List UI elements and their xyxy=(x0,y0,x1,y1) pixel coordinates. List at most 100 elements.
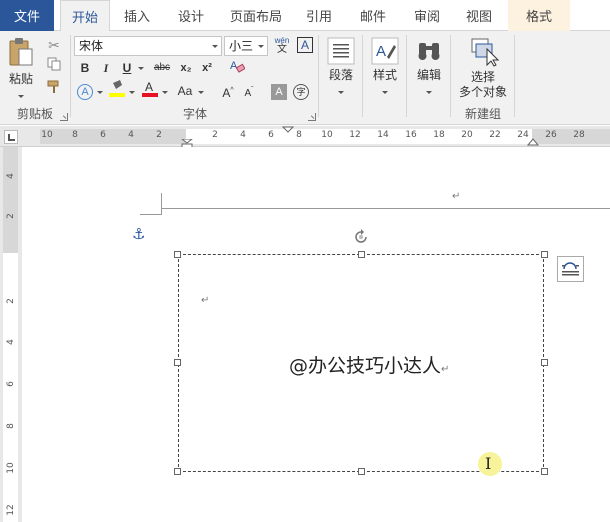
underline-button[interactable]: U xyxy=(117,58,137,78)
h-ruler-number: 4 xyxy=(240,130,246,140)
clipboard-launcher-icon[interactable] xyxy=(60,113,68,121)
grow-font-button[interactable]: A^ xyxy=(218,81,238,101)
v-ruler-number: 4 xyxy=(6,173,16,179)
italic-button[interactable]: I xyxy=(96,58,116,78)
text-effects-button[interactable]: A xyxy=(75,81,95,101)
font-name-combo[interactable]: 宋体 xyxy=(74,36,222,56)
resize-handle-top-left[interactable] xyxy=(174,251,181,258)
paragraph-mark: ↵ xyxy=(452,191,461,202)
phonetic-guide-button[interactable]: wén 文 xyxy=(271,35,293,55)
font-group-label: 字体 xyxy=(182,107,207,121)
svg-text:A: A xyxy=(145,80,153,94)
tab-file[interactable]: 文件 xyxy=(0,0,54,31)
chevron-down-icon[interactable] xyxy=(129,91,135,94)
font-color-button[interactable]: A xyxy=(140,79,160,99)
resize-handle-left[interactable] xyxy=(174,359,181,366)
v-ruler-number: 2 xyxy=(6,213,16,219)
anchor-icon[interactable]: ⚓ xyxy=(132,225,145,243)
select-objects-label-2: 多个对象 xyxy=(458,85,507,99)
copy-button[interactable] xyxy=(44,57,64,77)
tab-selector-icon[interactable] xyxy=(4,130,18,144)
tab-home[interactable]: 开始 xyxy=(60,0,110,32)
scissors-icon: ✂ xyxy=(48,37,60,53)
select-objects-icon xyxy=(471,38,500,67)
chevron-down-icon xyxy=(382,91,388,94)
enclose-characters-button[interactable]: 字 xyxy=(291,81,311,101)
svg-text:A: A xyxy=(376,43,386,60)
h-ruler-number: 28 xyxy=(573,130,585,140)
rotate-handle-icon[interactable] xyxy=(353,229,369,245)
tab-references[interactable]: 引用 xyxy=(296,0,342,31)
character-border-button[interactable]: A xyxy=(295,35,315,55)
subscript-button[interactable]: x₂ xyxy=(176,58,196,78)
bold-button[interactable]: B xyxy=(75,58,95,78)
shrink-font-button[interactable]: Aˇ xyxy=(239,81,259,101)
paragraph-button[interactable]: 段落 xyxy=(322,37,360,97)
layout-options-button[interactable] xyxy=(557,256,584,282)
font-launcher-icon[interactable] xyxy=(308,113,316,121)
ribbon: 粘贴 ✂ 剪贴板 宋体 小三 wén 文 A B I U abc x₂ x² A… xyxy=(0,31,610,125)
svg-text:A: A xyxy=(230,60,238,72)
h-ruler-number: 14 xyxy=(377,130,389,140)
layout-options-icon xyxy=(562,262,579,276)
h-ruler-number: 26 xyxy=(545,130,557,140)
chevron-down-icon xyxy=(426,91,432,94)
new-group: 选择 多个对象 新建组 xyxy=(452,31,514,125)
cut-button[interactable]: ✂ xyxy=(44,35,64,55)
clear-formatting-button[interactable]: A xyxy=(227,58,247,78)
textbox-content[interactable]: @办公技巧小达人↵ xyxy=(289,351,449,378)
v-ruler-number: 8 xyxy=(6,423,16,429)
phonetic-char: 文 xyxy=(277,44,287,55)
resize-handle-top[interactable] xyxy=(358,251,365,258)
superscript-button[interactable]: x² xyxy=(197,58,217,78)
styles-label: 样式 xyxy=(372,68,397,82)
v-ruler-number: 12 xyxy=(6,504,16,516)
resize-handle-bottom-right[interactable] xyxy=(541,468,548,475)
tab-mailings[interactable]: 邮件 xyxy=(350,0,396,31)
editing-label: 编辑 xyxy=(416,68,441,82)
h-ruler-number: 4 xyxy=(128,130,134,140)
tab-page-layout[interactable]: 页面布局 xyxy=(224,0,288,31)
chevron-down-icon xyxy=(338,91,344,94)
character-border-icon: A xyxy=(297,37,313,53)
chevron-down-icon[interactable] xyxy=(97,91,103,94)
chevron-down-icon[interactable] xyxy=(198,91,204,94)
character-shading-button[interactable]: A xyxy=(269,81,289,101)
first-line-indent-marker-icon[interactable] xyxy=(282,126,294,134)
right-indent-marker-icon[interactable] xyxy=(527,138,539,146)
format-painter-button[interactable] xyxy=(44,79,64,99)
brush-icon xyxy=(47,80,59,93)
highlight-button[interactable] xyxy=(107,79,127,99)
font-size-combo[interactable]: 小三 xyxy=(224,36,268,56)
paste-button[interactable]: 粘贴 xyxy=(4,37,38,101)
tab-format[interactable]: 格式 xyxy=(508,0,570,31)
strikethrough-button[interactable]: abc xyxy=(149,58,175,78)
character-shading-icon: A xyxy=(271,84,287,100)
ibeam-cursor-icon: I xyxy=(485,454,492,473)
text-effects-icon: A xyxy=(77,84,93,100)
v-ruler-number: 2 xyxy=(6,298,16,304)
resize-handle-top-right[interactable] xyxy=(541,251,548,258)
select-multiple-objects-button[interactable]: 选择 多个对象 xyxy=(454,37,512,100)
paragraph-label: 段落 xyxy=(328,68,353,82)
tab-view[interactable]: 视图 xyxy=(456,0,502,31)
grow-font-icon: A^ xyxy=(222,86,234,100)
chevron-down-icon[interactable] xyxy=(138,67,144,70)
resize-handle-right[interactable] xyxy=(541,359,548,366)
paste-icon xyxy=(9,38,33,66)
resize-handle-bottom-left[interactable] xyxy=(174,468,181,475)
change-case-button[interactable]: Aa xyxy=(174,81,196,101)
h-ruler-number: 2 xyxy=(212,130,218,140)
styles-button[interactable]: A 样式 xyxy=(366,37,404,97)
text-box[interactable]: ↵ @办公技巧小达人↵ xyxy=(178,254,544,472)
resize-handle-bottom[interactable] xyxy=(358,468,365,475)
h-ruler-number: 10 xyxy=(321,130,333,140)
chevron-down-icon[interactable] xyxy=(162,91,168,94)
tab-review[interactable]: 审阅 xyxy=(404,0,450,31)
document-canvas[interactable]: ↵ ⚓ ↵ @办公技巧小达人↵ I xyxy=(22,147,610,522)
v-ruler-number: 10 xyxy=(6,462,16,474)
editing-button[interactable]: 编辑 xyxy=(410,37,448,97)
tab-insert[interactable]: 插入 xyxy=(114,0,160,31)
h-ruler-number: 2 xyxy=(156,130,162,140)
tab-design[interactable]: 设计 xyxy=(168,0,214,31)
